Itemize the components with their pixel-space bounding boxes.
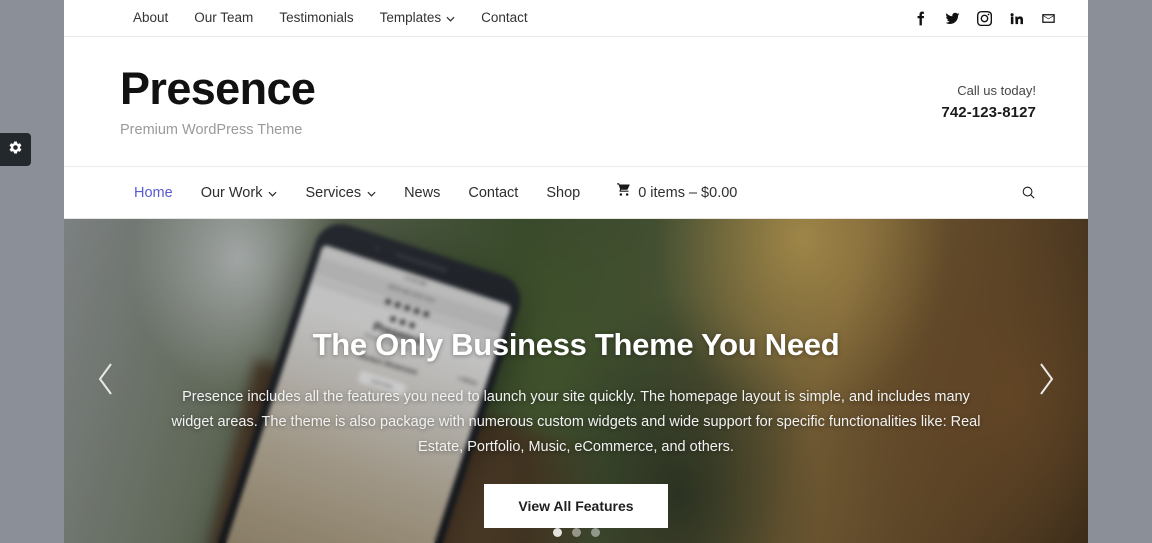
view-all-features-button[interactable]: View All Features <box>484 484 668 528</box>
hero-description: Presence includes all the features you n… <box>171 389 981 455</box>
gear-icon <box>8 140 23 160</box>
chevron-right-icon <box>1035 362 1057 401</box>
slider-next-arrow[interactable] <box>1026 354 1066 408</box>
nav-item-our-work[interactable]: Our Work <box>187 168 292 218</box>
slider-dot-3[interactable] <box>590 528 600 537</box>
email-icon[interactable] <box>1040 10 1056 26</box>
top-nav-label: Our Team <box>194 10 254 25</box>
cart-link[interactable]: 0 items – $0.00 <box>594 168 751 218</box>
top-nav-label: Contact <box>481 10 528 25</box>
nav-item-services[interactable]: Services <box>291 168 390 218</box>
top-nav-item-templates[interactable]: Templates <box>367 0 469 36</box>
top-nav-label: Templates <box>379 10 442 25</box>
nav-label: Our Work <box>200 184 263 201</box>
nav-item-contact[interactable]: Contact <box>454 168 532 218</box>
top-nav-item-about[interactable]: About <box>120 0 181 36</box>
cart-label: 0 items – $0.00 <box>638 184 738 201</box>
call-us-label: Call us today! <box>957 82 1036 98</box>
nav-item-home[interactable]: Home <box>120 168 187 218</box>
slider-dot-1[interactable] <box>552 528 562 537</box>
site-page: About Our Team Testimonials Templates Co… <box>64 0 1088 543</box>
chevron-down-icon <box>446 0 455 36</box>
site-title[interactable]: Presence <box>120 64 316 114</box>
phone-number[interactable]: 742-123-8127 <box>941 104 1036 121</box>
top-nav-item-contact[interactable]: Contact <box>468 0 541 36</box>
instagram-icon[interactable] <box>976 10 992 26</box>
cart-icon <box>616 168 632 218</box>
hero-title: The Only Business Theme You Need <box>312 327 840 362</box>
slider-dot-2[interactable] <box>571 528 581 537</box>
nav-label: Home <box>134 184 173 201</box>
nav-item-shop[interactable]: Shop <box>532 168 594 218</box>
chevron-left-icon <box>95 362 117 401</box>
site-tagline: Premium WordPress Theme <box>120 122 303 139</box>
slider-pagination <box>64 528 1088 537</box>
nav-label: Shop <box>546 184 581 201</box>
top-nav-item-our-team[interactable]: Our Team <box>181 0 266 36</box>
slider-prev-arrow[interactable] <box>86 354 126 408</box>
facebook-icon[interactable] <box>912 10 928 26</box>
branding-left: Presence Premium WordPress Theme <box>120 64 316 139</box>
branding-contact: Call us today! 742-123-8127 <box>941 83 1064 121</box>
nav-label: Services <box>305 184 362 201</box>
linkedin-icon[interactable] <box>1008 10 1024 26</box>
top-nav-label: About <box>133 10 169 25</box>
top-nav-label: Testimonials <box>279 10 354 25</box>
social-links <box>912 10 1064 26</box>
main-navigation-bar: Home Our Work Services News Contact Shop… <box>64 167 1088 219</box>
chevron-down-icon <box>367 168 376 218</box>
nav-label: News <box>404 184 441 201</box>
top-nav-item-testimonials[interactable]: Testimonials <box>266 0 366 36</box>
top-navigation: About Our Team Testimonials Templates Co… <box>120 0 541 36</box>
nav-label: Contact <box>468 184 519 201</box>
twitter-icon[interactable] <box>944 10 960 26</box>
hero-slider: 11:42 AM demo.wp-room.com Presence Premi… <box>64 219 1088 543</box>
main-navigation: Home Our Work Services News Contact Shop… <box>120 168 751 218</box>
site-branding: Presence Premium WordPress Theme Call us… <box>64 37 1088 167</box>
admin-gear-tab[interactable] <box>0 133 31 166</box>
chevron-down-icon <box>268 168 278 218</box>
top-bar: About Our Team Testimonials Templates Co… <box>64 0 1088 37</box>
search-icon[interactable] <box>1012 177 1044 209</box>
nav-item-news[interactable]: News <box>390 168 454 218</box>
hero-content: The Only Business Theme You Need Presenc… <box>64 327 1088 528</box>
